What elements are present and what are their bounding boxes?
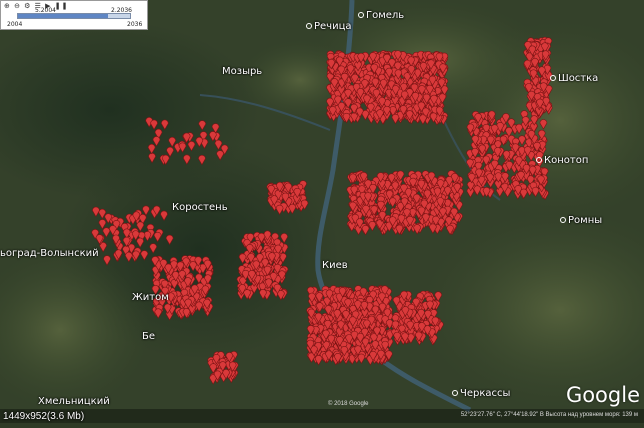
city-label-konotop[interactable]: Конотоп	[536, 155, 588, 166]
city-label-mozyr[interactable]: Мозырь	[222, 66, 262, 77]
city-label-cherkasy[interactable]: Черкассы	[452, 388, 510, 399]
status-bar: 52°23'27.76" С, 27°44'18.92" В Высота на…	[0, 409, 644, 423]
city-dot-icon	[560, 217, 566, 223]
satellite-imagery	[0, 0, 644, 423]
city-dot-icon	[550, 75, 556, 81]
city-dot-icon	[358, 12, 364, 18]
city-label-korosten[interactable]: Коростень	[172, 202, 228, 213]
imagery-copyright: © 2018 Google	[328, 401, 369, 407]
time-slider-min-year: 2004	[7, 21, 23, 28]
time-slider-start-label: 5.2004	[35, 7, 56, 14]
city-label-kiev[interactable]: Киев	[322, 260, 348, 271]
city-label-shostka[interactable]: Шостка	[550, 73, 598, 84]
time-slider-end-label: 2.2036	[111, 7, 132, 14]
time-slider-range[interactable]	[18, 14, 108, 18]
city-label-khmelnytsky[interactable]: Хмельницкий	[38, 396, 110, 407]
city-label-romny[interactable]: Ромны	[560, 215, 602, 226]
satellite-map[interactable]: Гомель Речица Мозырь Шостка Конотоп Коро…	[0, 0, 644, 423]
city-dot-icon	[306, 23, 312, 29]
google-logo: Google	[565, 383, 640, 407]
image-size-caption: 1449x952(3.6 Mb)	[3, 411, 85, 422]
city-dot-icon	[452, 390, 458, 396]
city-dot-icon	[536, 157, 542, 163]
city-label-rechitsa[interactable]: Речица	[306, 21, 352, 32]
city-label-gomel[interactable]: Гомель	[358, 10, 404, 21]
time-slider-panel[interactable]: ⊕ ⊖ ⚙ ☰ ▶ ❚❚ 5.2004 2.2036 2004 2036	[0, 0, 148, 30]
city-label-berdichev[interactable]: Бе	[142, 331, 155, 342]
time-slider-max-year: 2036	[127, 21, 143, 28]
coordinates-readout: 52°23'27.76" С, 27°44'18.92" В Высота на…	[460, 412, 638, 418]
city-label-zhitomir[interactable]: Житом	[132, 292, 169, 303]
city-label-novograd-volynsky[interactable]: ьоград-Волынский	[0, 248, 99, 259]
